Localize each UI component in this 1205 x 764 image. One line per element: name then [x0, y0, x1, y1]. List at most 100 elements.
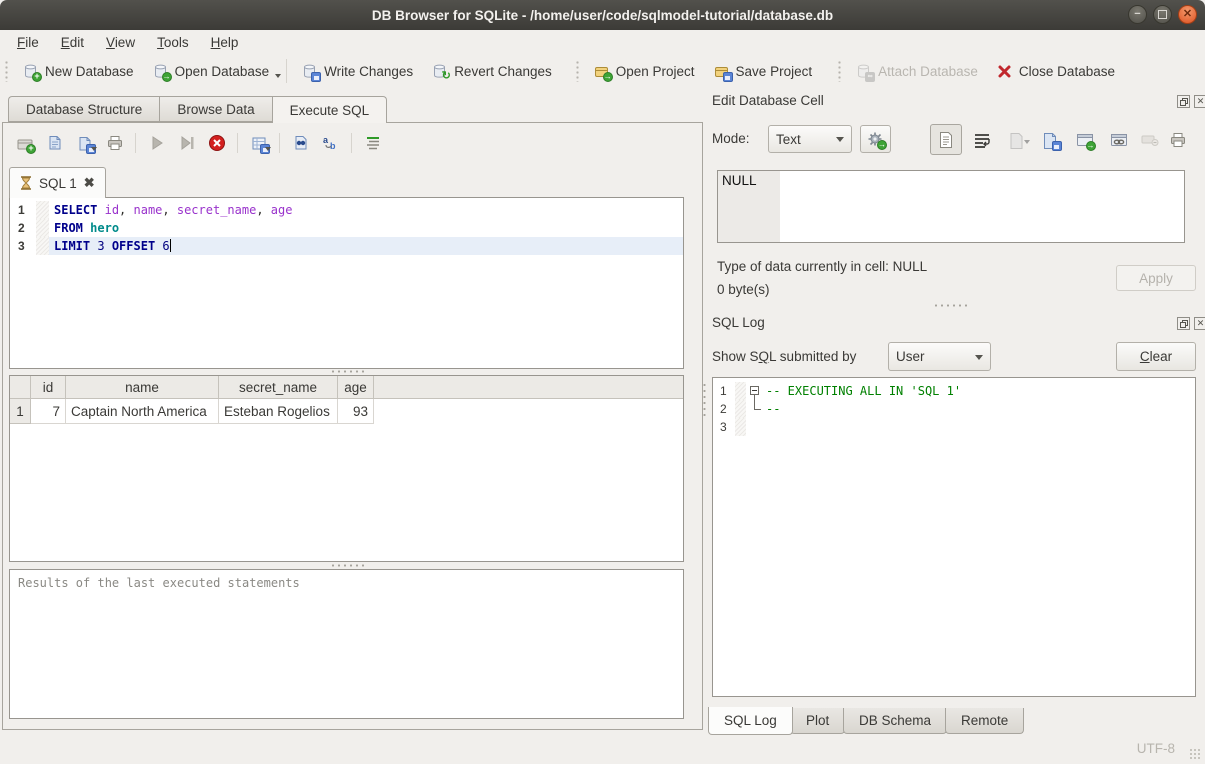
refresh-badge-icon: ↻: [441, 72, 451, 82]
cell-secret-name[interactable]: Esteban Rogelios: [219, 399, 338, 424]
save-dropdown-icon[interactable]: [91, 147, 97, 154]
open-external-button[interactable]: →: [1072, 128, 1096, 152]
tab-browse-data[interactable]: Browse Data: [159, 96, 271, 122]
row-header[interactable]: 1: [10, 399, 31, 424]
resize-grip[interactable]: [1189, 748, 1201, 760]
close-panel-icon[interactable]: ✕: [1194, 95, 1205, 108]
cell-id[interactable]: 7: [31, 399, 66, 424]
word-wrap-button[interactable]: [970, 128, 994, 152]
minimize-icon[interactable]: −: [1128, 5, 1147, 24]
log-filter-combobox[interactable]: User: [888, 342, 991, 371]
print-icon: [1169, 131, 1187, 149]
corner-header[interactable]: [10, 376, 31, 398]
replace-button[interactable]: ab: [317, 130, 344, 156]
menu-help[interactable]: Help: [200, 32, 250, 53]
cell-value-editor[interactable]: NULL: [717, 170, 1185, 243]
close-panel-icon[interactable]: ✕: [1194, 317, 1205, 330]
maximize-icon[interactable]: [1153, 5, 1172, 24]
tab-execute-sql[interactable]: Execute SQL: [272, 96, 388, 123]
format-button[interactable]: [359, 130, 386, 156]
column-header-id[interactable]: id: [31, 376, 66, 398]
menu-file[interactable]: File: [6, 32, 50, 53]
column-header-secret-name[interactable]: secret_name: [219, 376, 338, 398]
table-row[interactable]: 1 7 Captain North America Esteban Rogeli…: [10, 399, 683, 424]
open-project-button[interactable]: → Open Project: [584, 59, 704, 84]
horizontal-splitter[interactable]: [9, 369, 684, 374]
save-sql-file-button[interactable]: [71, 130, 98, 156]
app-window: { "window": { "title": "DB Browser for S…: [0, 0, 1205, 764]
set-null-icon: [1141, 134, 1159, 146]
database-new-icon: +: [22, 63, 39, 80]
horizontal-splitter[interactable]: [9, 563, 684, 568]
float-panel-icon[interactable]: [1177, 317, 1190, 330]
titlebar[interactable]: DB Browser for SQLite - /home/user/code/…: [0, 0, 1205, 30]
close-database-button[interactable]: Close Database: [987, 59, 1124, 84]
log-line: 2 --: [713, 400, 1195, 418]
close-tab-icon[interactable]: ✖: [84, 175, 95, 191]
fold-collapse-icon[interactable]: [750, 386, 759, 395]
arrow-badge-icon: →: [1086, 141, 1096, 151]
new-database-button[interactable]: + New Database: [13, 59, 143, 84]
arrow-badge-icon: →: [162, 72, 172, 82]
cell-age[interactable]: 93: [338, 399, 374, 424]
stop-button[interactable]: [203, 130, 230, 156]
close-icon[interactable]: ✕: [1178, 5, 1197, 24]
execute-line-icon: [179, 135, 195, 151]
editor-line-current: 3 LIMIT 3 OFFSET 6: [10, 237, 683, 255]
find-button[interactable]: [287, 130, 314, 156]
save-results-button[interactable]: [245, 130, 272, 156]
new-tab-button[interactable]: +: [11, 130, 38, 156]
text-document-button[interactable]: [930, 124, 962, 155]
dock-tab-remote[interactable]: Remote: [945, 708, 1024, 734]
fold-tail: [754, 400, 761, 410]
print-button[interactable]: [101, 130, 128, 156]
import-icon: [1008, 132, 1025, 149]
tab-database-structure[interactable]: Database Structure: [8, 96, 159, 122]
revert-changes-button[interactable]: ↻ Revert Changes: [422, 59, 561, 84]
column-header-age[interactable]: age: [338, 376, 374, 398]
sql-editor[interactable]: 1 SELECT id, name, secret_name, age 2 FR…: [9, 197, 684, 369]
menu-edit[interactable]: Edit: [50, 32, 95, 53]
horizontal-splitter[interactable]: [920, 303, 980, 308]
database-open-icon: →: [152, 63, 169, 80]
cell-name[interactable]: Captain North America: [66, 399, 219, 424]
dock-tab-db-schema[interactable]: DB Schema: [843, 708, 947, 734]
floppy-badge-icon: [311, 72, 321, 82]
edit-cell-panel-buttons: ✕: [1177, 95, 1205, 108]
hourglass-icon: [20, 176, 32, 190]
open-database-button[interactable]: → Open Database: [143, 59, 279, 84]
dock-tab-sql-log[interactable]: SQL Log: [708, 707, 793, 735]
sql-log-view[interactable]: 1 -- EXECUTING ALL IN 'SQL 1' 2 -- 3: [712, 377, 1196, 697]
vertical-splitter[interactable]: [703, 382, 706, 418]
mode-combobox[interactable]: Text: [768, 125, 852, 153]
window-title: DB Browser for SQLite - /home/user/code/…: [372, 8, 833, 23]
chevron-down-icon: [975, 355, 983, 364]
sql-tab-label: SQL 1: [39, 176, 77, 191]
write-changes-button[interactable]: Write Changes: [292, 59, 422, 84]
execute-line-button: [173, 130, 200, 156]
save-project-button[interactable]: Save Project: [704, 59, 822, 84]
column-header-name[interactable]: name: [66, 376, 219, 398]
menu-tools[interactable]: Tools: [146, 32, 200, 53]
open-database-dropdown-icon[interactable]: [275, 74, 281, 81]
save-results-dropdown-icon[interactable]: [265, 147, 271, 154]
clear-log-button[interactable]: Clear: [1116, 342, 1196, 371]
set-null-button: [1138, 128, 1162, 152]
sql-editor-tab[interactable]: SQL 1 ✖: [9, 167, 106, 198]
results-table[interactable]: id name secret_name age 1 7 Captain Nort…: [9, 375, 684, 562]
apply-mode-button[interactable]: →: [860, 125, 891, 153]
print-cell-button[interactable]: [1166, 128, 1190, 152]
dock-tab-plot[interactable]: Plot: [790, 708, 845, 734]
fold-margin: [36, 201, 49, 219]
copy-link-button[interactable]: [1106, 128, 1130, 152]
toolbar-grip[interactable]: [4, 60, 9, 82]
open-sql-file-button[interactable]: [41, 130, 68, 156]
menu-view[interactable]: View: [95, 32, 146, 53]
print-icon: [106, 134, 124, 152]
database-write-icon: [301, 63, 318, 80]
sql-log-panel-title: SQL Log: [712, 315, 765, 330]
toolbar-grip[interactable]: [575, 60, 580, 82]
export-button[interactable]: [1038, 128, 1062, 152]
float-panel-icon[interactable]: [1177, 95, 1190, 108]
toolbar-grip[interactable]: [837, 60, 842, 82]
